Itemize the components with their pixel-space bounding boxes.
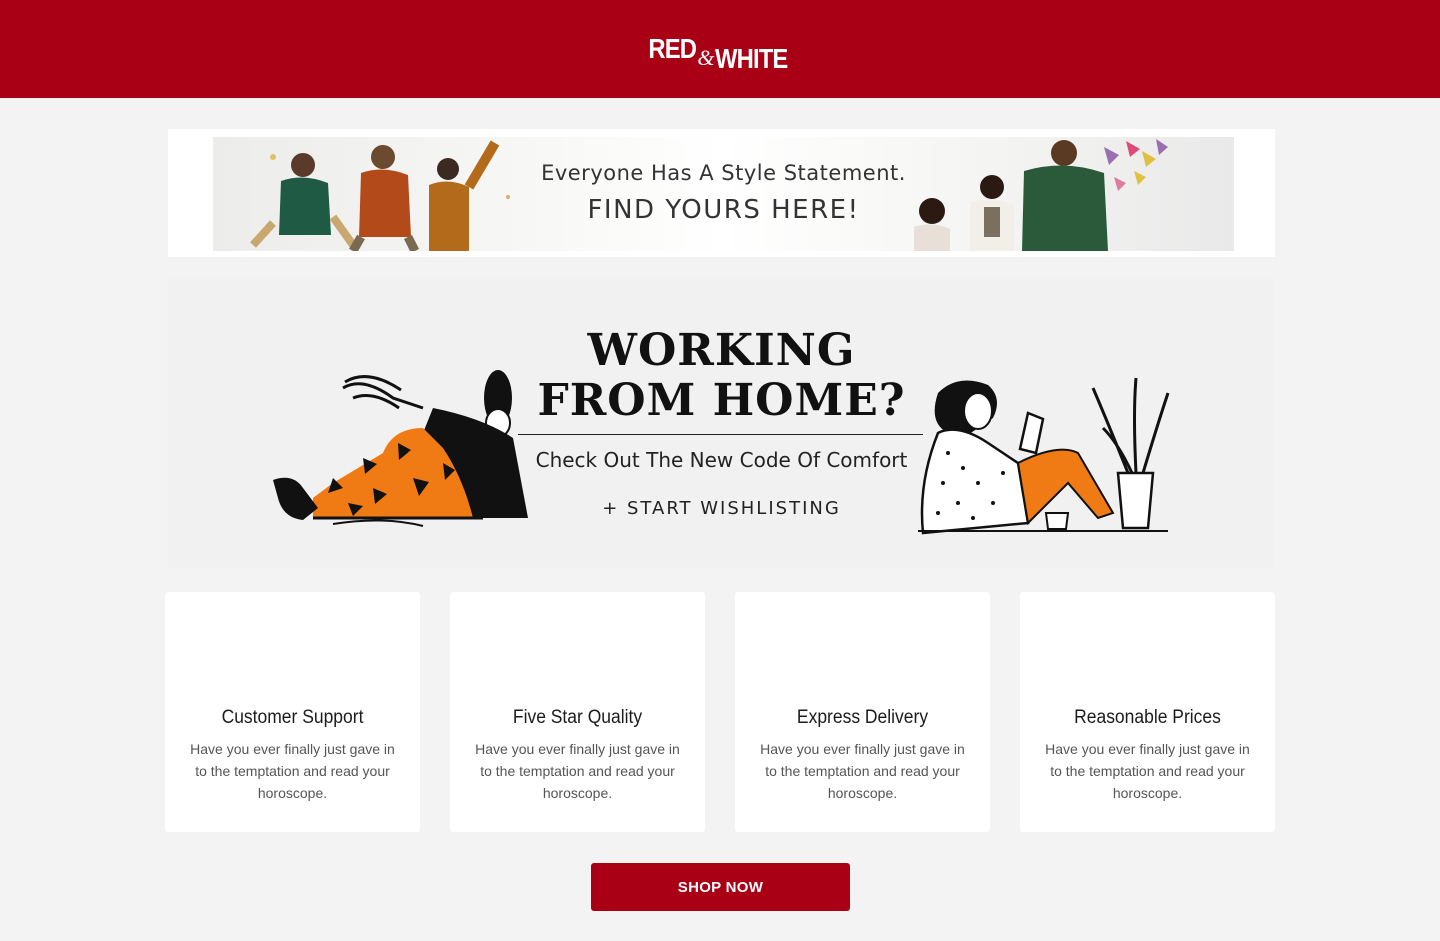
brand-logo[interactable]: RED & WHITE: [640, 33, 799, 73]
working-from-home-banner[interactable]: WORKING FROM HOME? Check Out The New Cod…: [168, 278, 1275, 568]
style-statement-banner-image: Everyone Has A Style Statement. FIND YOU…: [213, 137, 1234, 251]
feature-title: Five Star Quality: [512, 707, 643, 728]
feature-card-express-delivery: Express Delivery Have you ever finally j…: [735, 592, 990, 832]
logo-ampersand: &: [697, 45, 714, 70]
feature-title: Reasonable Prices: [1074, 707, 1221, 728]
feature-card-reasonable-prices: Reasonable Prices Have you ever finally …: [1020, 592, 1275, 832]
group-photo-left: [250, 140, 510, 251]
feature-title: Customer Support: [221, 707, 364, 728]
wfh-divider: [518, 434, 923, 435]
style-statement-banner[interactable]: Everyone Has A Style Statement. FIND YOU…: [168, 129, 1275, 257]
wfh-title-line-1: WORKING: [587, 325, 856, 376]
features-section: Customer Support Have you ever finally j…: [165, 592, 1275, 832]
feature-description: Have you ever finally just gave in to th…: [475, 741, 680, 801]
feature-description: Have you ever finally just gave in to th…: [190, 741, 395, 801]
feature-card-customer-support: Customer Support Have you ever finally j…: [165, 592, 420, 832]
feature-title: Express Delivery: [796, 707, 929, 728]
logo-word-red: RED: [648, 33, 698, 64]
reading-woman-illustration: [918, 377, 1170, 535]
logo-word-white: WHITE: [714, 43, 788, 74]
feature-description: Have you ever finally just gave in to th…: [1045, 741, 1250, 801]
shop-now-button[interactable]: SHOP NOW: [591, 863, 850, 911]
group-photo-right: [914, 139, 1168, 251]
feature-card-five-star-quality: Five Star Quality Have you ever finally …: [450, 592, 705, 832]
feature-description: Have you ever finally just gave in to th…: [760, 741, 965, 801]
site-header: RED & WHITE: [0, 0, 1440, 98]
